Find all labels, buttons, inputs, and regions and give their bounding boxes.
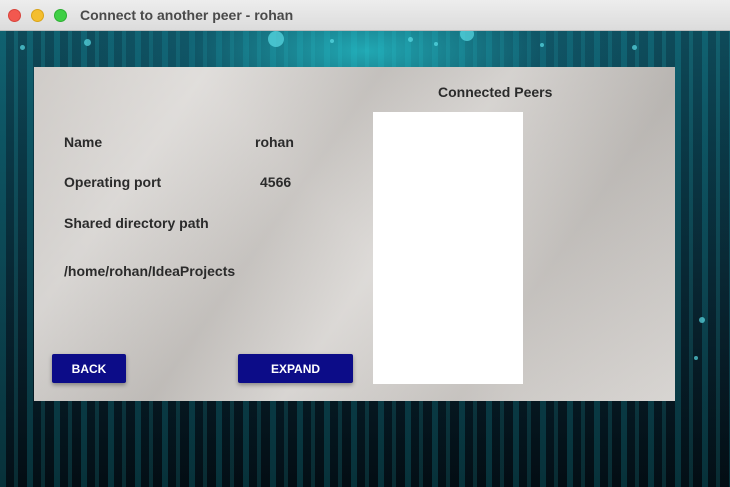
decor-dot: [699, 317, 705, 323]
back-button[interactable]: BACK: [52, 354, 126, 383]
decor-dot: [460, 31, 474, 41]
shared-directory-value: /home/rohan/IdeaProjects: [64, 263, 236, 279]
close-window-button[interactable]: [8, 9, 21, 22]
minimize-window-button[interactable]: [31, 9, 44, 22]
port-value: 4566: [260, 174, 292, 190]
maximize-window-button[interactable]: [54, 9, 67, 22]
decor-dot: [330, 39, 334, 43]
title-bar: Connect to another peer - rohan: [0, 0, 730, 31]
decor-dot: [408, 37, 413, 42]
peer-panel: Name rohan Operating port 4566 Shared di…: [34, 67, 675, 401]
decor-dot: [632, 45, 637, 50]
expand-button[interactable]: EXPAND: [238, 354, 353, 383]
window-title: Connect to another peer - rohan: [80, 7, 294, 23]
decor-dot: [20, 45, 25, 50]
connected-peers-list[interactable]: [373, 112, 523, 384]
name-value: rohan: [255, 134, 294, 150]
port-label: Operating port: [64, 174, 162, 190]
shared-directory-label: Shared directory path: [64, 215, 209, 231]
decor-dot: [694, 356, 698, 360]
decor-dot: [84, 39, 91, 46]
name-label: Name: [64, 134, 103, 150]
decor-dot: [268, 31, 284, 47]
connected-peers-heading: Connected Peers: [438, 84, 553, 100]
decor-dot: [434, 42, 438, 46]
decor-dot: [540, 43, 544, 47]
